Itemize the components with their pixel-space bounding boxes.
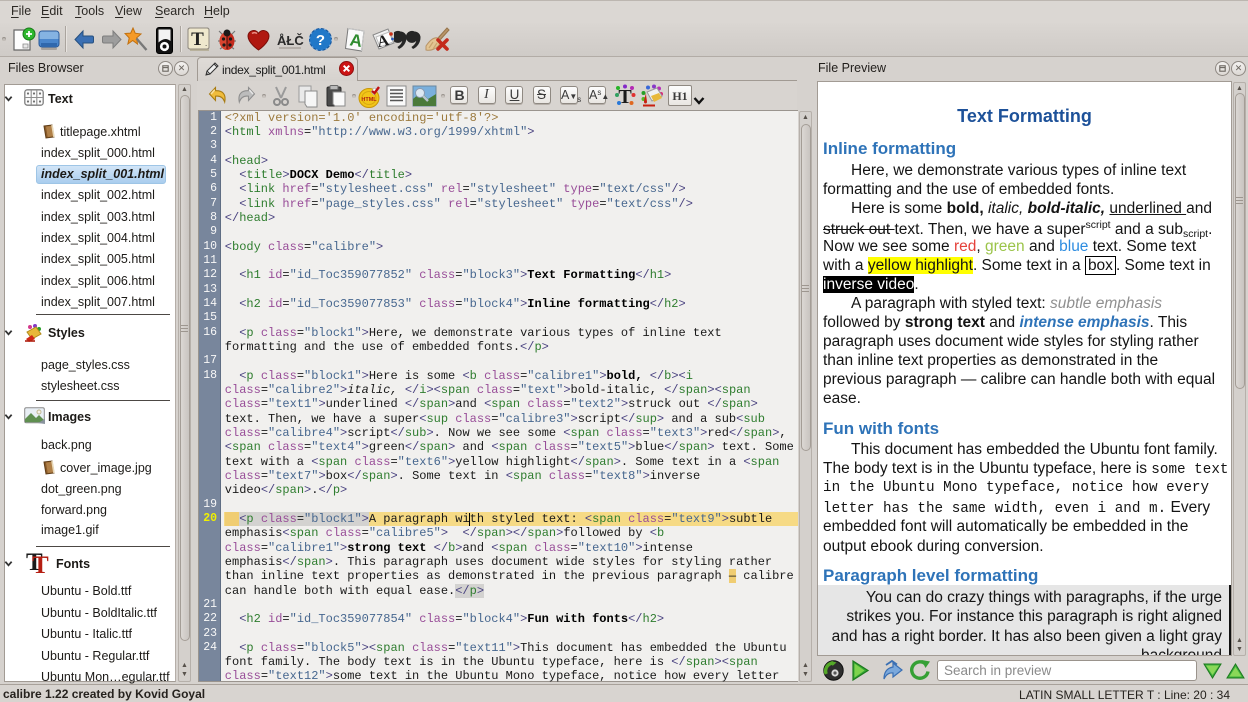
svg-text:T: T bbox=[32, 552, 49, 577]
svg-text:ÅŁČ: ÅŁČ bbox=[277, 33, 304, 48]
svg-text:T: T bbox=[191, 29, 204, 50]
svg-text:T: T bbox=[618, 86, 632, 108]
svg-text:?: ? bbox=[316, 32, 325, 49]
svg-text:HTML: HTML bbox=[361, 97, 377, 103]
svg-text:.: . bbox=[205, 39, 207, 48]
